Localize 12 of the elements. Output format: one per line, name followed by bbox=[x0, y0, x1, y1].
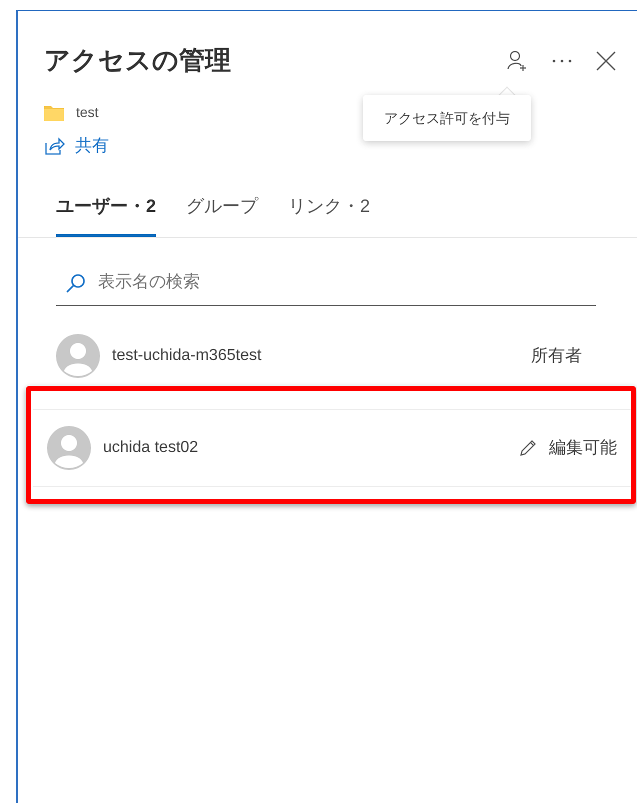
tooltip: アクセス許可を付与 bbox=[363, 95, 531, 141]
permission-button[interactable]: 所有者 bbox=[531, 342, 582, 368]
user-name: test-uchida-m365test bbox=[112, 346, 262, 366]
tab[interactable]: リンク・2 bbox=[288, 192, 370, 236]
tab[interactable]: グループ bbox=[186, 192, 258, 236]
panel-title: アクセスの管理 bbox=[44, 44, 231, 77]
search-field[interactable]: 表示名の検索 bbox=[56, 260, 596, 306]
tab[interactable]: ユーザー・2 bbox=[56, 192, 156, 236]
share-link[interactable]: 共有 bbox=[18, 133, 109, 158]
item-name: test bbox=[76, 103, 99, 122]
user-name: uchida test02 bbox=[103, 438, 198, 458]
permission-button[interactable]: 編集可能 bbox=[549, 434, 617, 460]
